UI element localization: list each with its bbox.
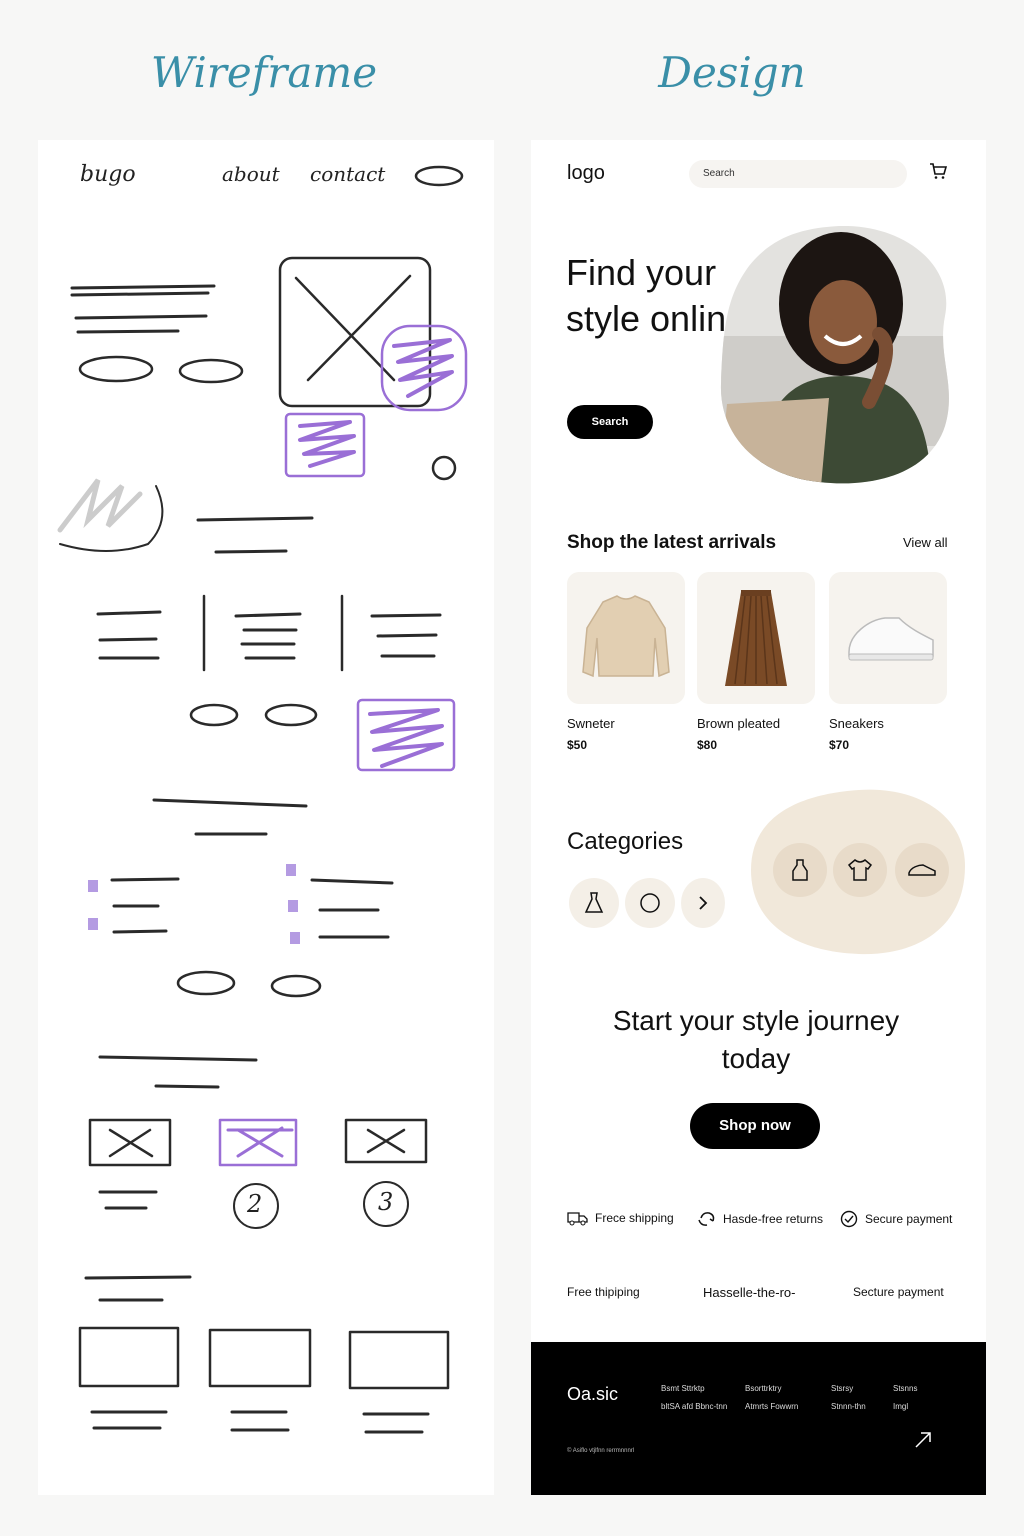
- product-name: Sneakers: [829, 716, 884, 731]
- product-price: $70: [829, 738, 850, 752]
- wire-step-3: 3: [378, 1188, 394, 1216]
- feature-label: Hasde-free returns: [723, 1212, 824, 1226]
- footer: Oa.sic Bsmt Sttrktp bltSA afd Bbnc-tnn B…: [531, 1342, 986, 1495]
- category-next-button[interactable]: [681, 878, 725, 928]
- feature-label: Frece shipping: [595, 1211, 674, 1225]
- product-price: $50: [567, 738, 588, 752]
- footer-link[interactable]: Stsnns: [893, 1380, 917, 1398]
- truck-icon: [567, 1212, 588, 1226]
- feature-text: Hasselle-the-ro-: [703, 1285, 796, 1300]
- design-heading: Design: [658, 48, 806, 97]
- cta-title: Start your style journey today: [612, 1005, 900, 1074]
- search-input[interactable]: Search: [689, 160, 907, 188]
- product-card-sweater[interactable]: [567, 572, 685, 704]
- wireframe-panel: bugo about contact 2 3: [38, 140, 494, 1495]
- dress-icon: [584, 892, 604, 913]
- feature-label: Secure payment: [865, 1212, 953, 1226]
- footer-link[interactable]: Stsrsy: [831, 1380, 866, 1398]
- shoe-icon: [908, 864, 936, 876]
- circle-icon: [640, 893, 660, 913]
- footer-brand[interactable]: Oa.sic: [567, 1384, 618, 1405]
- product-name: Brown pleated: [697, 716, 781, 731]
- footer-link[interactable]: Bsorttrktry: [745, 1380, 798, 1398]
- tshirt-icon: [847, 859, 873, 881]
- footer-link[interactable]: Atmrts Fowwrn: [745, 1398, 798, 1416]
- bottle-icon: [792, 859, 808, 881]
- sweater-icon: [582, 595, 670, 678]
- product-card-skirt[interactable]: [697, 572, 815, 704]
- wire-step-2: 2: [247, 1190, 263, 1218]
- category-tshirt[interactable]: [833, 843, 887, 897]
- feature-payment: Secure payment: [839, 1210, 952, 1228]
- hero-photo: [720, 226, 949, 484]
- feature-returns: Hasde-free returns: [697, 1210, 823, 1228]
- category-shoe[interactable]: [895, 843, 949, 897]
- footer-link[interactable]: Imgl: [893, 1398, 917, 1416]
- footer-copyright: © Asiflo vtjlfnn rerrmnnnrl: [567, 1448, 635, 1454]
- footer-col-3: Stsrsy Stnnn-thn: [831, 1380, 866, 1416]
- category-circle[interactable]: [625, 878, 675, 928]
- footer-link[interactable]: Stnnn-thn: [831, 1398, 866, 1416]
- feature-text: Free thipiping: [567, 1285, 640, 1299]
- sneaker-icon: [848, 617, 934, 661]
- hero-search-button[interactable]: Search: [567, 405, 653, 439]
- cart-icon[interactable]: [929, 162, 947, 180]
- footer-link[interactable]: Bsmt Sttrktp: [661, 1380, 727, 1398]
- arrow-up-right-icon[interactable]: [913, 1430, 933, 1450]
- shop-now-button[interactable]: Shop now: [690, 1103, 820, 1149]
- wireframe-heading: Wireframe: [150, 48, 378, 97]
- feature-shipping: Frece shipping: [567, 1210, 674, 1226]
- view-all-link[interactable]: View all: [903, 535, 948, 550]
- footer-col-2: Bsorttrktry Atmrts Fowwrn: [745, 1380, 798, 1416]
- footer-col-1: Bsmt Sttrktp bltSA afd Bbnc-tnn: [661, 1380, 727, 1416]
- footer-link[interactable]: bltSA afd Bbnc-tnn: [661, 1398, 727, 1416]
- category-dress[interactable]: [569, 878, 619, 928]
- product-price: $80: [697, 738, 718, 752]
- arrivals-title: Shop the latest arrivals: [567, 532, 777, 553]
- chevron-right-icon: [699, 896, 708, 910]
- skirt-icon: [725, 590, 787, 686]
- feature-text: Secture payment: [853, 1285, 944, 1299]
- product-name: Swneter: [567, 716, 615, 731]
- wireframe-sketch: [57, 165, 468, 1434]
- footer-col-4: Stsnns Imgl: [893, 1380, 917, 1416]
- shield-icon: [840, 1210, 858, 1228]
- site-logo[interactable]: logo: [567, 162, 605, 185]
- returns-icon: [698, 1212, 715, 1226]
- categories-title: Categories: [567, 828, 684, 855]
- product-card-sneakers[interactable]: [829, 572, 947, 704]
- design-panel: logo Search Find your style online Searc…: [531, 140, 986, 1495]
- category-bottle[interactable]: [773, 843, 827, 897]
